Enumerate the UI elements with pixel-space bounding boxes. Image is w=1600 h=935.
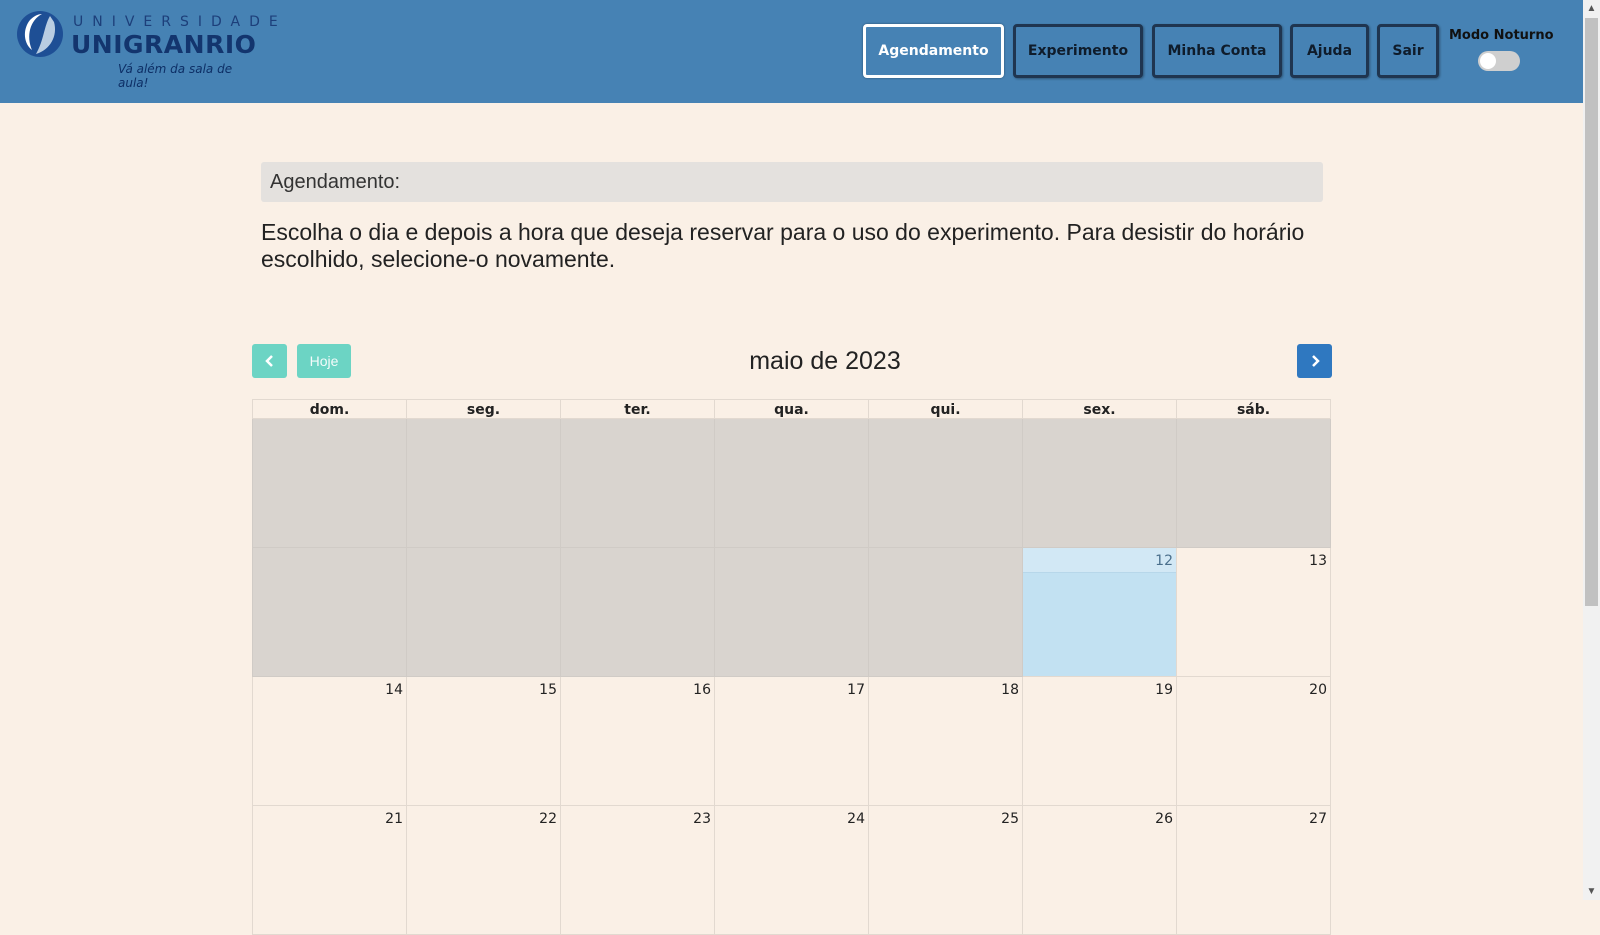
- calendar-day-20[interactable]: 20: [1177, 677, 1331, 806]
- calendar-day-26[interactable]: 26: [1023, 806, 1177, 935]
- page-scrollbar[interactable]: ▲ ▼: [1583, 0, 1600, 900]
- day-number: 27: [1309, 811, 1327, 827]
- chevron-right-icon: [1311, 355, 1320, 367]
- calendar-day-disabled: [869, 548, 1023, 677]
- weekday-fri: sex.: [1023, 399, 1177, 419]
- nav-experimento-button[interactable]: Experimento: [1013, 24, 1143, 78]
- calendar-day-23[interactable]: 23: [561, 806, 715, 935]
- calendar-today-button[interactable]: Hoje: [297, 344, 351, 378]
- nav-minha-conta-button[interactable]: Minha Conta: [1152, 24, 1282, 78]
- calendar-weekday-header: dom. seg. ter. qua. qui. sex. sáb.: [252, 399, 1331, 419]
- university-logo[interactable]: UNIVERSIDADE UNIGRANRIO Vá além da sala …: [16, 8, 278, 90]
- toggle-knob: [1480, 53, 1496, 69]
- day-number: 15: [539, 682, 557, 698]
- calendar-day-24[interactable]: 24: [715, 806, 869, 935]
- day-number: 21: [385, 811, 403, 827]
- nav-agendamento-button[interactable]: Agendamento: [863, 24, 1004, 78]
- calendar-day-15[interactable]: 15: [407, 677, 561, 806]
- day-number: 19: [1155, 682, 1173, 698]
- weekday-wed: qua.: [715, 399, 869, 419]
- calendar-day-disabled: [407, 419, 561, 548]
- calendar-day-disabled: [561, 548, 715, 677]
- day-number: 12: [1155, 553, 1173, 569]
- calendar-day-14[interactable]: 14: [252, 677, 407, 806]
- calendar-day-12[interactable]: 12: [1023, 548, 1177, 677]
- day-number: 13: [1309, 553, 1327, 569]
- calendar-day-disabled: [1177, 419, 1331, 548]
- weekday-thu: qui.: [869, 399, 1023, 419]
- section-header: Agendamento:: [261, 162, 1323, 202]
- calendar-week-row: 21 22 23 24 25 26 27: [252, 806, 1331, 935]
- day-number: 25: [1001, 811, 1019, 827]
- scroll-thumb[interactable]: [1585, 18, 1598, 606]
- calendar-day-disabled: [252, 548, 407, 677]
- day-number: 18: [1001, 682, 1019, 698]
- calendar-day-disabled: [715, 548, 869, 677]
- day-number: 14: [385, 682, 403, 698]
- scroll-down-arrow-icon[interactable]: ▼: [1583, 883, 1600, 900]
- day-number: 16: [693, 682, 711, 698]
- calendar-day-disabled: [252, 419, 407, 548]
- calendar-day-disabled: [869, 419, 1023, 548]
- calendar-week-row: [252, 419, 1331, 548]
- calendar-day-27[interactable]: 27: [1177, 806, 1331, 935]
- calendar-day-22[interactable]: 22: [407, 806, 561, 935]
- calendar-next-button[interactable]: [1297, 344, 1332, 378]
- day-number: 17: [847, 682, 865, 698]
- logo-top-text: UNIVERSIDADE: [73, 14, 287, 30]
- instructions-text: Escolha o dia e depois a hora que deseja…: [261, 219, 1305, 272]
- day-number: 24: [847, 811, 865, 827]
- scroll-up-arrow-icon[interactable]: ▲: [1583, 0, 1600, 17]
- weekday-mon: seg.: [407, 399, 561, 419]
- nav-sair-button[interactable]: Sair: [1377, 24, 1439, 78]
- calendar-day-25[interactable]: 25: [869, 806, 1023, 935]
- day-number: 20: [1309, 682, 1327, 698]
- calendar-title: maio de 2023: [749, 347, 901, 375]
- day-number: 22: [539, 811, 557, 827]
- calendar-week-row: 14 15 16 17 18 19 20: [252, 677, 1331, 806]
- calendar-day-disabled: [407, 548, 561, 677]
- calendar-day-disabled: [561, 419, 715, 548]
- night-mode-label: Modo Noturno: [1449, 28, 1554, 43]
- weekday-sat: sáb.: [1177, 399, 1331, 419]
- calendar-day-21[interactable]: 21: [252, 806, 407, 935]
- chevron-left-icon: [264, 355, 273, 367]
- logo-name: UNIGRANRIO: [71, 30, 257, 59]
- calendar-grid: dom. seg. ter. qua. qui. sex. sáb. 12 13 1…: [252, 399, 1331, 935]
- day-number: 26: [1155, 811, 1173, 827]
- calendar-day-disabled: [715, 419, 869, 548]
- weekday-tue: ter.: [561, 399, 715, 419]
- calendar-day-16[interactable]: 16: [561, 677, 715, 806]
- logo-mark-icon: [17, 11, 63, 57]
- calendar-week-row: 12 13: [252, 548, 1331, 677]
- nav-ajuda-button[interactable]: Ajuda: [1290, 24, 1369, 78]
- calendar-body: 12 13 14 15 16 17 18 19 20 21 22 23 24 25 26 27: [252, 419, 1331, 935]
- calendar-day-19[interactable]: 19: [1023, 677, 1177, 806]
- night-mode-toggle[interactable]: [1478, 51, 1520, 71]
- calendar-day-17[interactable]: 17: [715, 677, 869, 806]
- top-navbar: UNIVERSIDADE UNIGRANRIO Vá além da sala …: [0, 0, 1583, 103]
- calendar-prev-button[interactable]: [252, 344, 287, 378]
- day-number: 23: [693, 811, 711, 827]
- calendar-day-18[interactable]: 18: [869, 677, 1023, 806]
- weekday-sun: dom.: [252, 399, 407, 419]
- calendar-day-disabled: [1023, 419, 1177, 548]
- logo-tagline: Vá além da sala de aula!: [118, 62, 233, 90]
- calendar-day-13[interactable]: 13: [1177, 548, 1331, 677]
